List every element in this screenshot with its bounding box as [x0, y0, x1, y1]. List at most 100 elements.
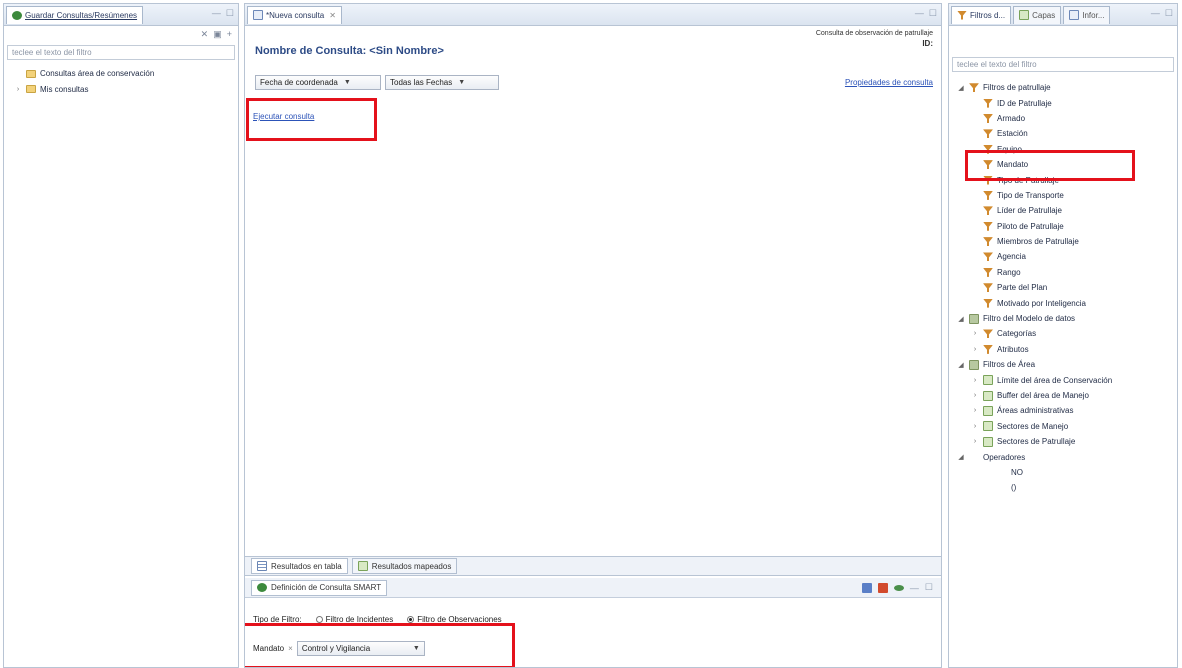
save-icon[interactable] [861, 582, 872, 593]
tree-item-label: Armado [997, 113, 1026, 123]
expand-icon[interactable]: › [971, 407, 979, 414]
filter-icon [983, 344, 993, 354]
tab-info-label: Infor... [1082, 10, 1105, 20]
area-icon [983, 421, 993, 432]
add-icon[interactable]: + [227, 29, 232, 39]
expand-icon[interactable]: › [971, 438, 979, 445]
document-icon [253, 10, 263, 20]
filter-icon [983, 98, 993, 108]
info-icon [1069, 10, 1080, 20]
expand-icon[interactable]: ◢ [957, 315, 965, 323]
tab-new-query[interactable]: *Nueva consulta ✕ [247, 5, 342, 24]
filter-item-agencia[interactable]: Agencia [957, 249, 1169, 264]
tree-item-label: Operadores [983, 452, 1026, 462]
filters-panel: Filtros d... Capas Infor... — ☐ teclee e… [948, 3, 1178, 668]
saved-queries-filter-input[interactable]: teclee el texto del filtro [7, 45, 235, 60]
filter-item-sectores-de-patrullaje[interactable]: › Sectores de Patrullaje [957, 434, 1169, 449]
filter-item-rango[interactable]: Rango [957, 265, 1169, 280]
maximize-icon[interactable]: ☐ [929, 8, 937, 19]
expand-icon[interactable]: › [971, 346, 979, 353]
filter-icon [983, 283, 993, 293]
tree-item-label: ID de Patrullaje [997, 98, 1052, 108]
tree-item-label: NO [1011, 467, 1023, 477]
filter-item-armado[interactable]: Armado [957, 111, 1169, 126]
filter-item-atributos[interactable]: › Atributos [957, 342, 1169, 357]
tab-new-query-label: *Nueva consulta [266, 10, 325, 20]
filter-item-id-de-patrullaje[interactable]: ID de Patrullaje [957, 95, 1169, 110]
tree-item-label: () [1011, 483, 1017, 493]
tab-saved-queries-label: Guardar Consultas/Resúmenes [25, 10, 138, 20]
filter-item-no[interactable]: NO [957, 465, 1169, 480]
tab-map-results-label: Resultados mapeados [371, 561, 452, 571]
clear-icon[interactable]: ✕ [201, 29, 209, 40]
result-tabs: Resultados en tabla Resultados mapeados [245, 556, 941, 576]
filter-item-[interactable]: () [957, 480, 1169, 495]
tab-table-results[interactable]: Resultados en tabla [251, 558, 348, 574]
folder-icon [969, 313, 979, 324]
filter-item-filtro-del-modelo-de-datos[interactable]: ◢ Filtro del Modelo de datos [957, 311, 1169, 326]
collapse-icon[interactable]: ▣ [213, 29, 222, 40]
highlight-mandate-filter [245, 623, 515, 667]
saved-queries-tabbar: Guardar Consultas/Resúmenes — ☐ [4, 4, 238, 26]
filter-item-areas-administrativas[interactable]: › Áreas administrativas [957, 403, 1169, 418]
filter-item-sectores-de-manejo[interactable]: › Sectores de Manejo [957, 419, 1169, 434]
filter-item-buffer-del-area-de-manejo[interactable]: › Buffer del área de Manejo [957, 388, 1169, 403]
minimize-icon[interactable]: — [212, 8, 221, 19]
filter-icon [983, 113, 993, 123]
filters-filter-input[interactable]: teclee el texto del filtro [952, 57, 1174, 72]
tab-map-results[interactable]: Resultados mapeados [351, 558, 458, 574]
tree-item-label: Miembros de Patrullaje [997, 237, 1079, 247]
date-field-combo[interactable]: Fecha de coordenada ▼ [255, 75, 381, 90]
filter-item-piloto-de-patrullaje[interactable]: Piloto de Patrullaje [957, 219, 1169, 234]
filter-item-limite-del-area-de-conservacion[interactable]: › Límite del área de Conservación [957, 372, 1169, 387]
minimize-icon[interactable]: — [1151, 8, 1160, 19]
minimize-icon[interactable]: — [915, 8, 924, 19]
filter-item-parte-del-plan[interactable]: Parte del Plan [957, 280, 1169, 295]
saved-query-item-consultas-area-de-conservacion[interactable]: Consultas área de conservación [14, 66, 228, 81]
filter-item-estacion[interactable]: Estación [957, 126, 1169, 141]
tab-smart-definition[interactable]: Definición de Consulta SMART [251, 579, 388, 596]
area-icon [983, 390, 993, 401]
filter-item-filtros-de-area[interactable]: ◢ Filtros de Área [957, 357, 1169, 372]
tab-filters[interactable]: Filtros d... [951, 5, 1012, 24]
filter-icon [983, 221, 993, 231]
expand-icon[interactable]: › [971, 423, 979, 430]
expand-icon[interactable]: ◢ [957, 453, 965, 461]
query-meta: Consulta de observación de patrullaje ID… [816, 29, 933, 49]
definition-header: Definición de Consulta SMART — ☐ [245, 578, 941, 598]
minimize-icon[interactable]: — [910, 583, 919, 593]
tab-info[interactable]: Infor... [1063, 5, 1111, 24]
filter-item-categorias[interactable]: › Categorías [957, 326, 1169, 341]
tree-item-label: Filtros de patrullaje [983, 83, 1051, 93]
left-toolbar: ✕ ▣ + [4, 26, 238, 42]
close-icon[interactable]: ✕ [329, 11, 336, 20]
filter-item-tipo-de-transporte[interactable]: Tipo de Transporte [957, 188, 1169, 203]
highlight-run-query [246, 98, 377, 141]
filter-item-miembros-de-patrullaje[interactable]: Miembros de Patrullaje [957, 234, 1169, 249]
tree-item-label: Mis consultas [40, 84, 89, 94]
window-controls: — ☐ [212, 8, 234, 19]
area-icon [983, 375, 993, 386]
tree-item-label: Categorías [997, 329, 1037, 339]
date-range-combo[interactable]: Todas las Fechas ▼ [385, 75, 499, 90]
maximize-icon[interactable]: ☐ [226, 8, 234, 19]
filter-item-motivado-por-inteligencia[interactable]: Motivado por Inteligencia [957, 295, 1169, 310]
expand-icon[interactable]: › [971, 392, 979, 399]
filter-item-filtros-de-patrullaje[interactable]: ◢ Filtros de patrullaje [957, 80, 1169, 95]
edit-icon[interactable] [877, 582, 888, 593]
saved-query-item-mis-consultas[interactable]: › Mis consultas [14, 81, 228, 96]
tree-item-label: Buffer del área de Manejo [997, 391, 1089, 400]
expand-icon[interactable]: › [14, 86, 22, 93]
expand-icon[interactable]: › [971, 377, 979, 384]
expand-icon[interactable]: ◢ [957, 361, 965, 369]
expand-icon[interactable]: › [971, 330, 979, 337]
maximize-icon[interactable]: ☐ [1165, 8, 1173, 19]
filter-item-lider-de-patrullaje[interactable]: Líder de Patrullaje [957, 203, 1169, 218]
filter-item-operadores[interactable]: ◢ Operadores [957, 449, 1169, 464]
expand-icon[interactable]: ◢ [957, 84, 965, 92]
query-properties-link[interactable]: Propiedades de consulta [845, 78, 933, 87]
tab-saved-queries[interactable]: Guardar Consultas/Resúmenes [6, 5, 144, 24]
add-icon[interactable] [893, 584, 904, 591]
maximize-icon[interactable]: ☐ [925, 582, 933, 593]
tab-layers[interactable]: Capas [1013, 5, 1062, 24]
